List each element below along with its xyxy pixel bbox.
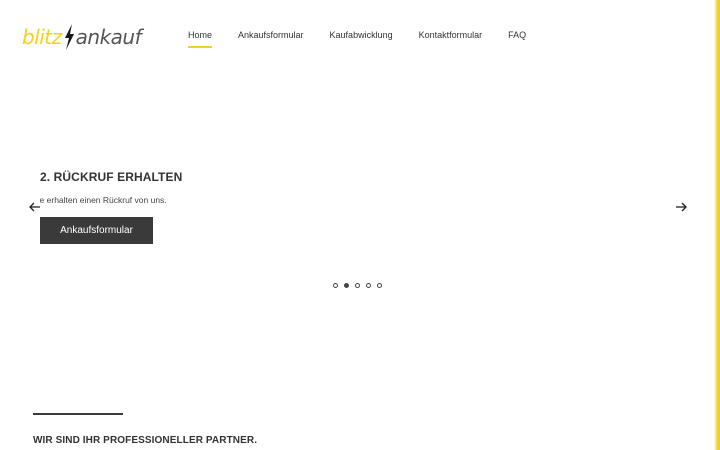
main-nav: Home Ankaufsformular Kaufabwicklung Kont… <box>188 28 552 48</box>
slider-dot[interactable] <box>366 283 371 288</box>
arrow-right-icon[interactable] <box>674 200 688 214</box>
accent-stripe <box>714 0 720 450</box>
slider-dot-active[interactable] <box>344 283 349 288</box>
nav-item-ankaufsformular[interactable]: Ankaufsformular <box>238 28 304 48</box>
slider-dots <box>333 283 388 288</box>
nav-item-home[interactable]: Home <box>188 28 213 48</box>
section-divider <box>33 413 123 415</box>
logo-text-ankauf: ankauf <box>75 25 142 49</box>
hero-slider: 2. RÜCKRUF ERHALTEN Sie erhalten einen R… <box>0 72 714 362</box>
nav-item-kaufabwicklung[interactable]: Kaufabwicklung <box>330 28 393 48</box>
slider-dot[interactable] <box>333 283 338 288</box>
arrow-left-icon[interactable] <box>28 200 42 214</box>
ankaufsformular-button[interactable]: Ankaufsformular <box>40 217 153 244</box>
slide-title: 2. RÜCKRUF ERHALTEN <box>40 170 183 184</box>
site-logo[interactable]: blitz ankauf <box>22 22 142 52</box>
nav-item-kontaktformular[interactable]: Kontaktformular <box>419 28 483 48</box>
slider-dot[interactable] <box>355 283 360 288</box>
nav-item-faq[interactable]: FAQ <box>508 28 526 48</box>
lightning-bolt-icon <box>64 24 74 50</box>
site-header: blitz ankauf Home Ankaufsformular Kaufab… <box>0 0 714 72</box>
slide-text: Sie erhalten einen Rückruf von uns. <box>40 195 190 205</box>
slide-text-content: Sie erhalten einen Rückruf von uns. <box>40 195 167 205</box>
slider-dot[interactable] <box>377 283 382 288</box>
logo-text-blitz: blitz <box>22 25 62 49</box>
section-heading: WIR SIND IHR PROFESSIONELLER PARTNER. <box>33 435 258 446</box>
